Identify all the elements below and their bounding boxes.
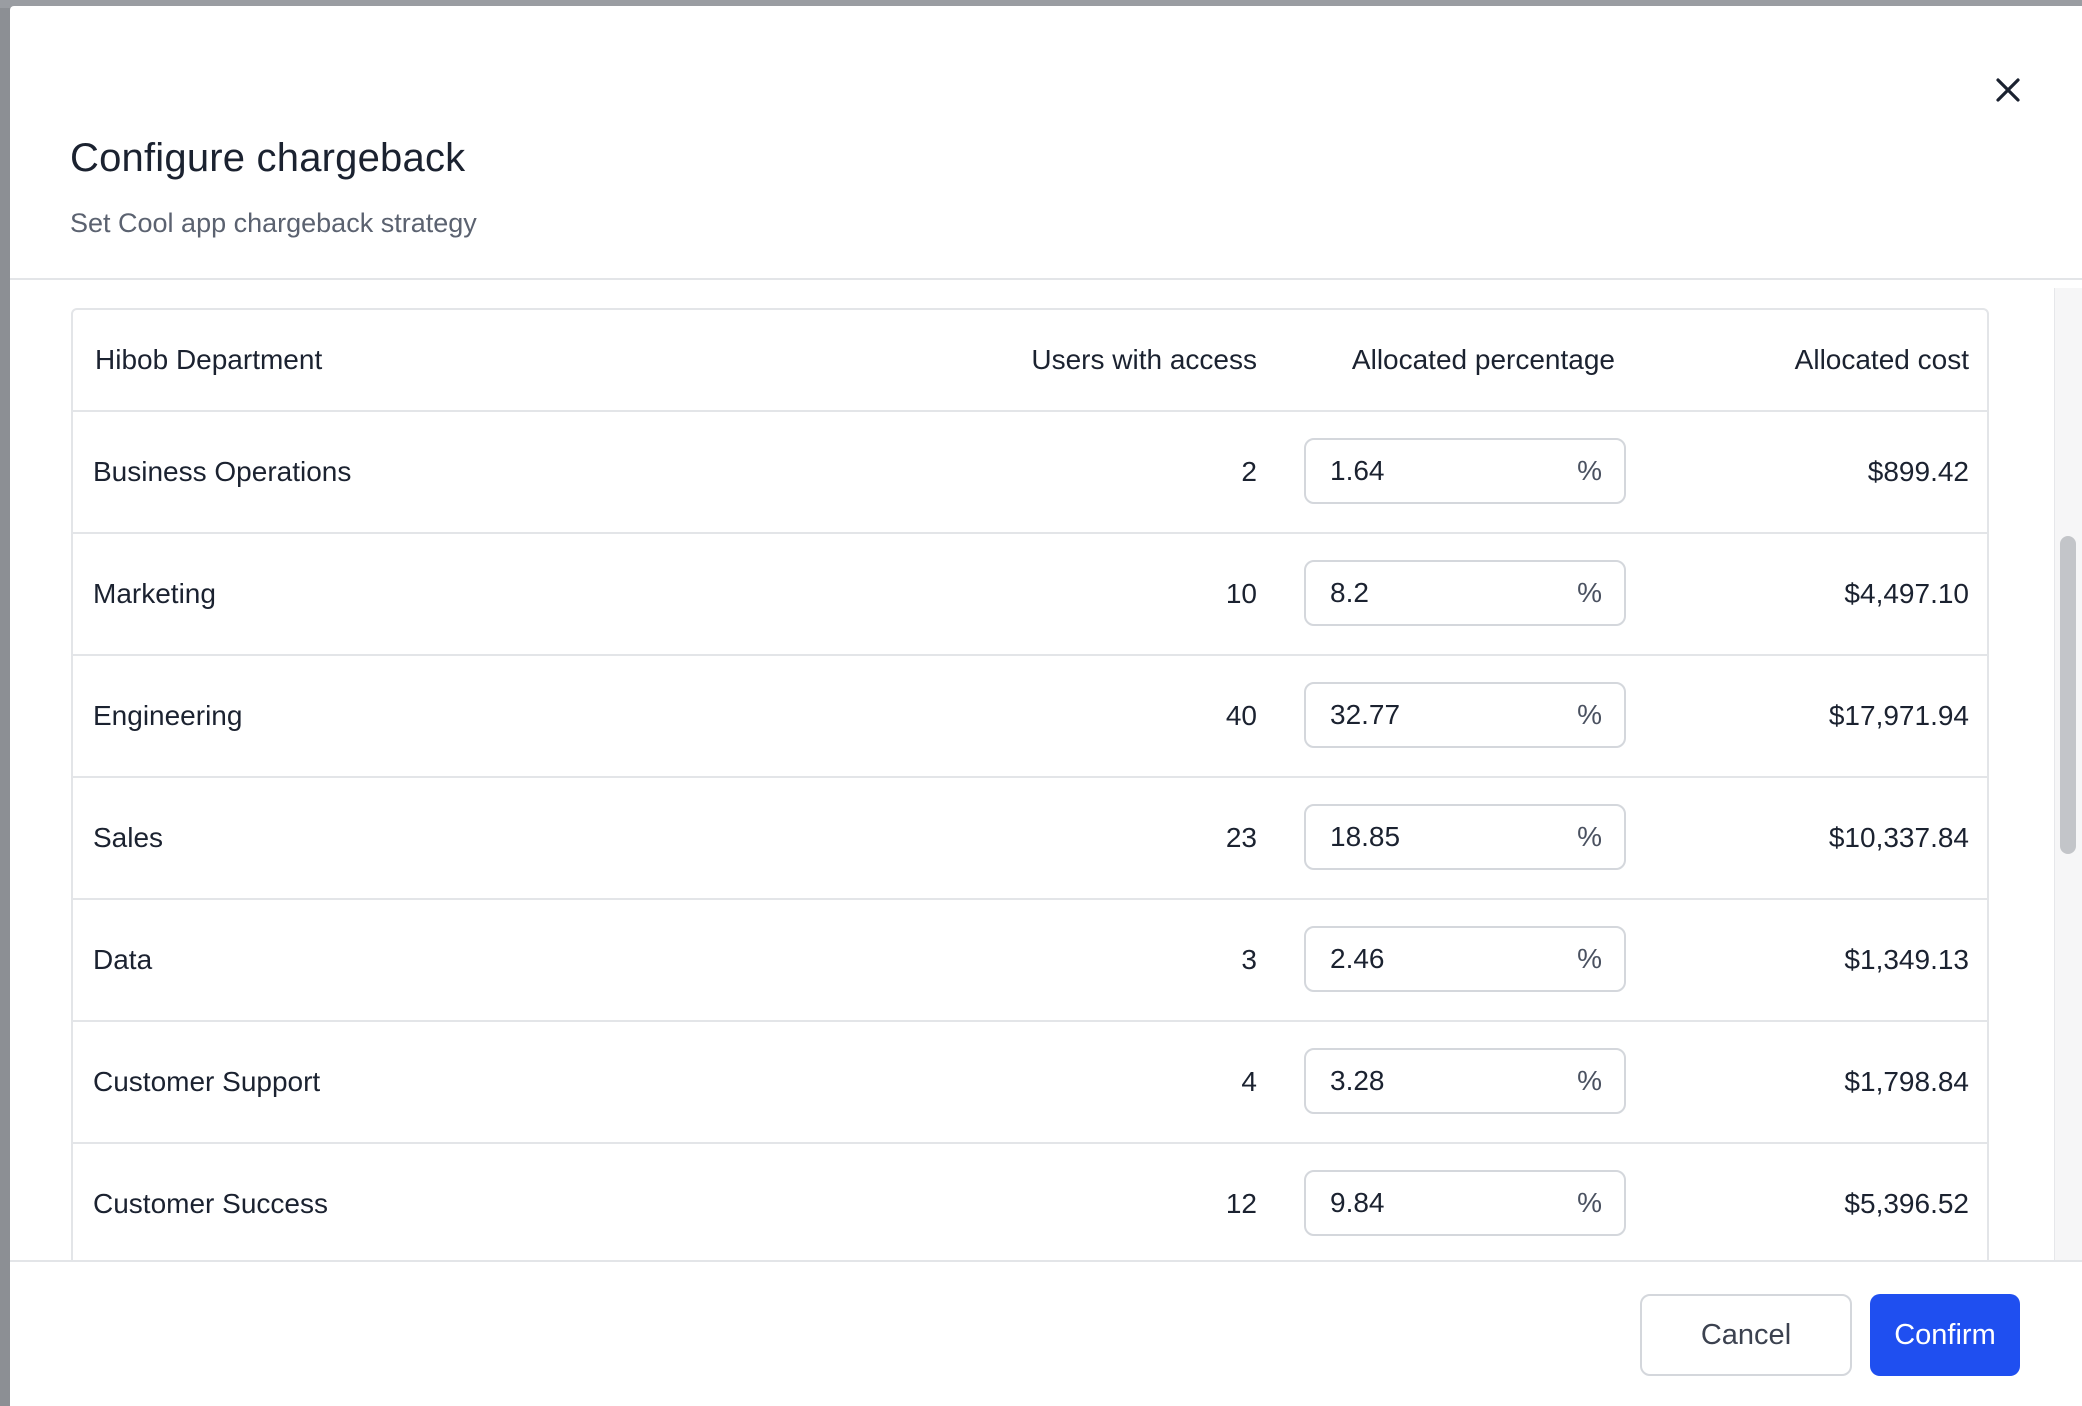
scrollbar-thumb[interactable] (2060, 536, 2076, 854)
department-name: Sales (93, 822, 164, 853)
allocated-cost: $17,971.94 (1828, 700, 1969, 731)
allocated-cost: $899.42 (1867, 456, 1969, 487)
percent-suffix: % (1577, 943, 1602, 974)
allocated-cost: $10,337.84 (1828, 822, 1969, 853)
allocated-cost: $5,396.52 (1844, 1188, 1969, 1219)
department-name: Customer Support (93, 1066, 321, 1097)
users-count: 2 (1241, 456, 1257, 487)
percentage-input[interactable] (1330, 1065, 1530, 1097)
dialog-header: Configure chargeback Set Cool app charge… (10, 6, 2082, 280)
percentage-input[interactable] (1330, 943, 1530, 975)
percent-suffix: % (1577, 455, 1602, 486)
table-row: Customer Success 12% $5,396.52 (73, 1144, 1987, 1260)
users-count: 4 (1241, 1066, 1257, 1097)
table-row: Business Operations 2% $899.42 (73, 412, 1987, 534)
table-header: Hibob Department Users with access Alloc… (73, 310, 1987, 412)
percentage-input[interactable] (1330, 455, 1530, 487)
column-header-percentage: Allocated percentage (1351, 344, 1615, 375)
department-name: Marketing (93, 578, 216, 609)
column-header-users: Users with access (1031, 344, 1257, 375)
department-name: Customer Success (93, 1188, 328, 1219)
column-header-department: Hibob Department (95, 344, 323, 375)
percent-suffix: % (1577, 577, 1602, 608)
percentage-field[interactable]: % (1304, 438, 1626, 504)
users-count: 3 (1241, 944, 1257, 975)
department-name: Business Operations (93, 456, 352, 487)
percentage-field[interactable]: % (1304, 1048, 1626, 1114)
users-count: 40 (1225, 700, 1257, 731)
table-row: Engineering 40% $17,971.94 (73, 656, 1987, 778)
percentage-input[interactable] (1330, 577, 1530, 609)
percentage-input[interactable] (1330, 821, 1530, 853)
configure-chargeback-dialog: Configure chargeback Set Cool app charge… (10, 6, 2082, 1406)
percentage-input[interactable] (1330, 699, 1530, 731)
percentage-field[interactable]: % (1304, 926, 1626, 992)
users-count: 10 (1225, 578, 1257, 609)
percent-suffix: % (1577, 1065, 1602, 1096)
percent-suffix: % (1577, 821, 1602, 852)
allocated-cost: $1,349.13 (1844, 944, 1969, 975)
table-row: Customer Support 4% $1,798.84 (73, 1022, 1987, 1144)
users-count: 12 (1225, 1188, 1257, 1219)
allocated-cost: $4,497.10 (1844, 578, 1969, 609)
dialog-title: Configure chargeback (70, 136, 466, 180)
confirm-button[interactable]: Confirm (1870, 1294, 2020, 1376)
percentage-field[interactable]: % (1304, 682, 1626, 748)
percentage-field[interactable]: % (1304, 804, 1626, 870)
table-row: Marketing 10% $4,497.10 (73, 534, 1987, 656)
chargeback-table: Hibob Department Users with access Alloc… (71, 308, 1989, 1260)
percentage-input[interactable] (1330, 1187, 1530, 1219)
department-name: Data (93, 944, 153, 975)
dialog-subtitle: Set Cool app chargeback strategy (70, 208, 477, 238)
close-button[interactable] (1982, 64, 2034, 116)
percent-suffix: % (1577, 1187, 1602, 1218)
table-row: Data 3% $1,349.13 (73, 900, 1987, 1022)
percentage-field[interactable]: % (1304, 1170, 1626, 1236)
percent-suffix: % (1577, 699, 1602, 730)
dialog-footer: Cancel Confirm (10, 1260, 2082, 1406)
department-name: Engineering (93, 700, 243, 731)
cancel-button[interactable]: Cancel (1640, 1294, 1852, 1376)
dialog-body: Hibob Department Users with access Alloc… (10, 280, 2082, 1260)
table-row: Sales 23% $10,337.84 (73, 778, 1987, 900)
percentage-field[interactable]: % (1304, 560, 1626, 626)
allocated-cost: $1,798.84 (1844, 1066, 1969, 1097)
column-header-cost: Allocated cost (1794, 344, 1969, 375)
users-count: 23 (1225, 822, 1257, 853)
close-icon (1996, 78, 2020, 102)
